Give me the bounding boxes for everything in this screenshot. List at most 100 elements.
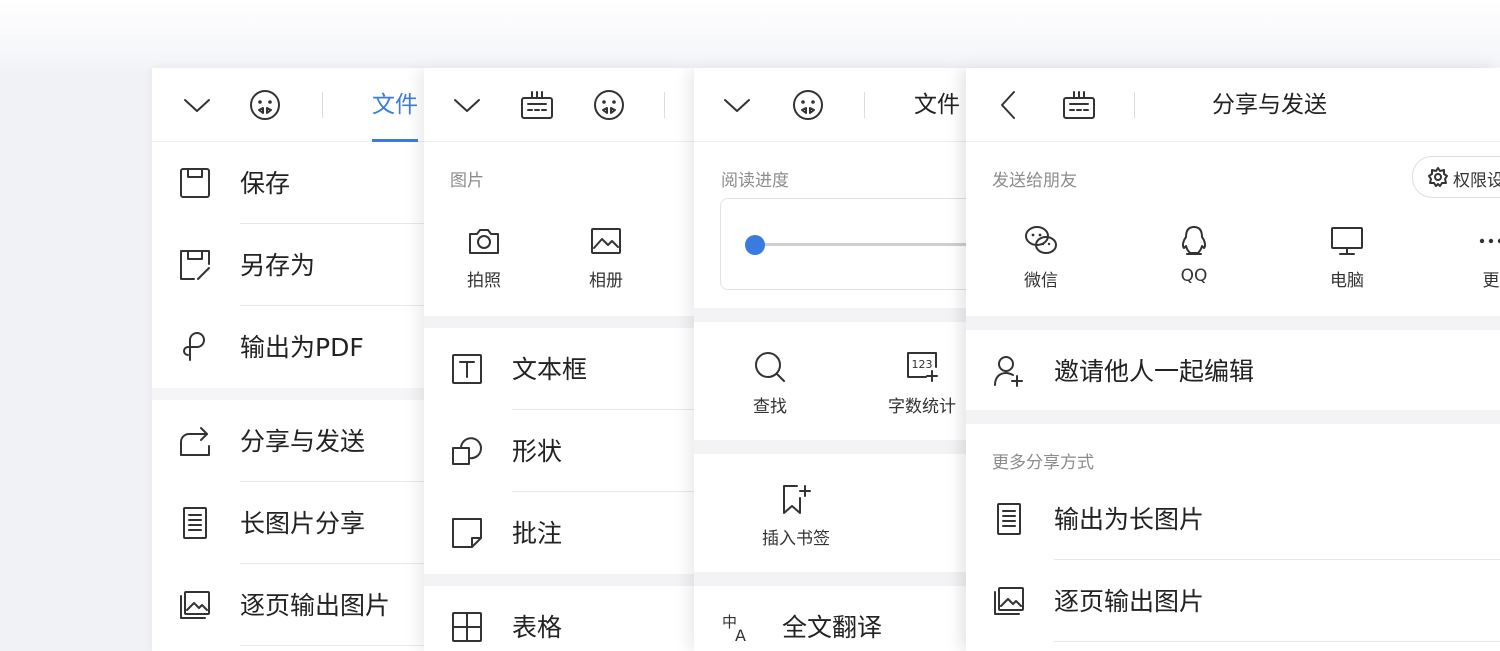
collapse-chevron-icon[interactable] [450,88,484,122]
collapse-chevron-icon[interactable] [180,88,214,122]
menu-item-label: 另存为 [240,251,316,280]
shape-icon [450,434,484,468]
section-title-picture: 图片 [450,171,484,191]
menu-item-comment[interactable]: 批注 [424,492,694,574]
insert-bookmark-button[interactable]: 插入书签 [751,482,841,549]
tool-label: 查找 [753,397,787,417]
picture-section: 图片 拍照 相册 [424,142,694,316]
keyboard-icon[interactable] [520,88,554,122]
image-pages-icon [992,584,1026,618]
send-target-computer[interactable]: 电脑 [1302,224,1392,291]
invite-collaborators-item[interactable]: 邀请他人一起编辑 [966,330,1500,412]
menu-item-export-pdf[interactable]: 输出为PDF [152,306,424,388]
send-target-qq[interactable]: QQ [1149,224,1239,286]
divider [1054,641,1500,642]
menu-item-label: 逐页输出图片 [1054,587,1205,616]
picture-item-camera[interactable]: 拍照 [439,224,529,291]
textbox-icon [450,352,484,386]
menu-item-export-long-image[interactable]: 输出为长图片 [966,478,1500,560]
long-image-icon [992,502,1026,536]
menu-item-export-images[interactable]: 逐页输出图片 [966,560,1500,642]
face-icon[interactable] [791,88,825,122]
share-send-panel: 分享与发送 发送给朋友 微信 QQ 电脑 更 权限设 邀请他人一起编辑 更多分享… [966,68,1500,651]
bookmark-add-icon [779,482,813,516]
menu-item-label: 文本框 [512,355,588,384]
menu-item-export-images[interactable]: 逐页输出图片 [152,564,424,646]
send-target-label: 更 [1482,271,1500,291]
collapse-chevron-icon[interactable] [720,88,754,122]
menu-item-save-as[interactable]: 另存为 [152,224,424,306]
page-title: 分享与发送 [1212,92,1327,118]
translate-icon: 中A [720,610,754,645]
insert-objects-card: 文本框 形状 批注 [424,328,694,574]
menu-item-label: 保存 [240,169,291,198]
send-target-label: 电脑 [1330,271,1364,291]
background-top [0,0,1500,70]
tools-card: 查找 123 字数统计 [694,322,966,440]
pdf-icon [178,330,212,364]
more-icon [1474,224,1500,258]
view-menu-panel: 文件 阅读进度 查找 123 字数统计 插入书签 中A 全文翻译 [694,68,966,651]
gear-icon [1427,166,1449,188]
search-icon [753,350,787,384]
toolbar-divider [864,92,865,118]
invite-card: 邀请他人一起编辑 [966,330,1500,410]
progress-slider-handle[interactable] [745,235,765,255]
picture-item-album[interactable]: 相册 [561,224,651,291]
tab-file[interactable]: 文件 [372,90,418,120]
tab-file[interactable]: 文件 [914,90,960,120]
save-as-icon [178,248,212,282]
wechat-icon [1024,224,1058,258]
word-count-icon: 123 [905,350,939,384]
svg-text:123: 123 [912,358,933,371]
picture-item-label: 相册 [589,271,623,291]
share-icon [178,424,212,458]
send-target-label: QQ [1180,266,1208,286]
tool-search[interactable]: 查找 [725,350,815,417]
permission-settings-button[interactable]: 权限设 [1412,156,1500,198]
progress-track [753,243,966,246]
menu-item-shape[interactable]: 形状 [424,410,694,492]
comment-icon [450,516,484,550]
back-arrow-icon[interactable] [992,88,1026,122]
album-icon [589,224,623,258]
more-share-methods-card: 更多分享方式 输出为长图片 逐页输出图片 [966,424,1500,651]
toolbar: 文件 [694,68,966,142]
menu-item-label: 输出为PDF [240,333,364,362]
tool-word-count[interactable]: 123 字数统计 [877,350,966,417]
send-target-more[interactable]: 更 [1446,224,1500,291]
computer-icon [1330,224,1364,258]
long-image-icon [178,506,212,540]
menu-item-textbox[interactable]: 文本框 [424,328,694,410]
divider [240,645,424,646]
add-user-icon [992,354,1026,388]
send-target-label: 微信 [1024,271,1058,291]
toolbar [424,68,694,142]
menu-item-translate[interactable]: 中A 全文翻译 [694,586,966,651]
toolbar: 文件 [152,68,424,142]
face-icon[interactable] [592,88,626,122]
send-target-wechat[interactable]: 微信 [996,224,1086,291]
image-pages-icon [178,588,212,622]
menu-item-save[interactable]: 保存 [152,142,424,224]
camera-icon [467,224,501,258]
insert-menu-panel: 图片 拍照 相册 文本框 形状 批注 表格 [424,68,694,651]
section-title-more-share-methods: 更多分享方式 [992,453,1094,473]
menu-item-label: 分享与发送 [240,427,366,456]
toolbar: 分享与发送 [966,68,1500,142]
picture-item-label: 拍照 [467,271,501,291]
menu-item-table[interactable]: 表格 [424,586,694,651]
toolbar-divider [1134,92,1135,118]
qq-icon [1177,224,1211,258]
menu-item-label: 邀请他人一起编辑 [1054,357,1255,386]
menu-item-label: 长图片分享 [240,509,366,538]
permission-label: 权限设 [1453,171,1500,191]
keyboard-icon[interactable] [1062,88,1096,122]
toolbar-divider [322,92,323,118]
file-actions-card: 保存 另存为 输出为PDF [152,142,424,388]
menu-item-label: 逐页输出图片 [240,591,391,620]
face-icon[interactable] [248,88,282,122]
menu-item-long-image-share[interactable]: 长图片分享 [152,482,424,564]
menu-item-share-send[interactable]: 分享与发送 [152,400,424,482]
menu-item-label: 批注 [512,519,563,548]
